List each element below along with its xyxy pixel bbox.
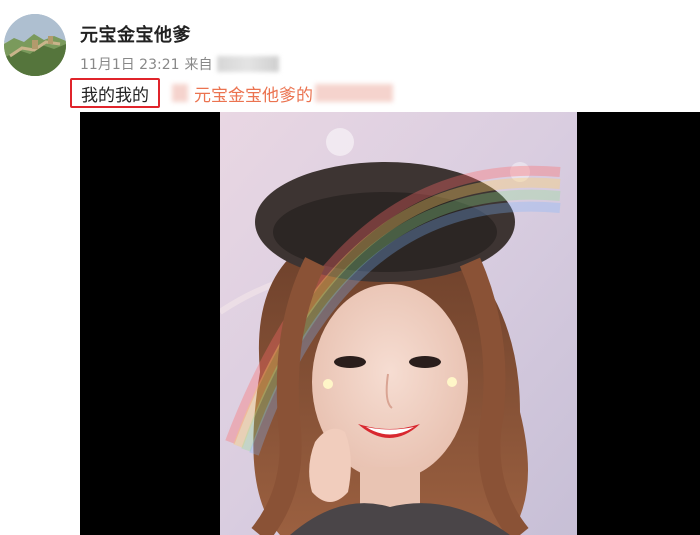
post-text-line: 我的我的 元宝金宝他爹的 [70, 78, 393, 108]
avatar[interactable] [4, 14, 66, 76]
blurred-source-label [216, 56, 279, 72]
post-meta: 11月1日 23:21 来自 [80, 54, 279, 74]
selfie-photo[interactable] [220, 112, 577, 535]
post-text: 我的我的 [81, 85, 149, 106]
post-timestamp[interactable]: 11月1日 23:21 [80, 54, 180, 74]
blurred-mention-suffix [315, 84, 393, 102]
post-media[interactable] [80, 112, 700, 535]
mention-link[interactable]: 元宝金宝他爹的 [194, 81, 313, 106]
username[interactable]: 元宝金宝他爹 [80, 21, 191, 47]
source-prefix: 来自 [184, 57, 213, 73]
selfie-photo-icon [220, 112, 577, 535]
highlighted-post-text: 我的我的 [70, 78, 160, 108]
blurred-mention-prefix [172, 84, 188, 102]
great-wall-avatar-icon [4, 14, 66, 76]
